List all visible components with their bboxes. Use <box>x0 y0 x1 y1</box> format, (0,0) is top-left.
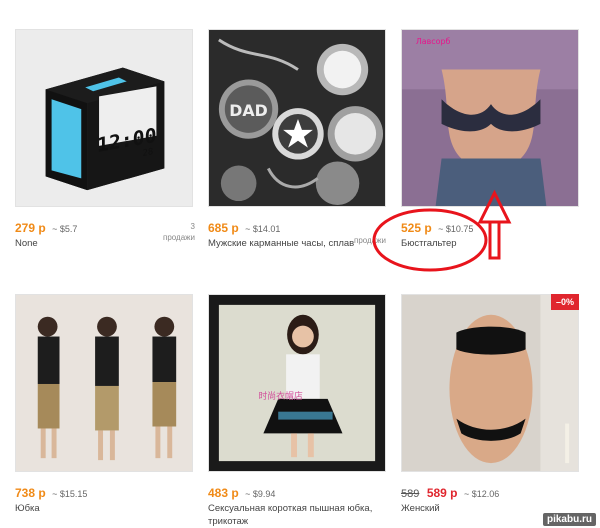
product-image[interactable]: 12:00 28 <box>15 29 193 207</box>
site-watermark: pikabu.ru <box>542 513 596 526</box>
discount-badge: –0% <box>550 294 579 310</box>
product-usd-price: ~ $10.75 <box>438 224 474 234</box>
product-price: 738 р <box>15 486 46 500</box>
product-image[interactable]: Лавсорб <box>401 29 579 207</box>
product-usd-price: ~ $14.01 <box>245 224 281 234</box>
product-title[interactable]: Бюстгальтер <box>401 237 586 250</box>
product-image[interactable] <box>15 294 193 472</box>
product-price: 589 р <box>426 486 458 500</box>
product-usd-price: ~ $15.15 <box>52 489 88 499</box>
product-image[interactable] <box>401 294 579 472</box>
product-usd-price: ~ $9.94 <box>245 489 276 499</box>
sold-count: продажи <box>354 236 386 245</box>
clock-small-text: 28 <box>143 147 154 159</box>
product-price: 279 р <box>15 221 46 235</box>
product-title[interactable]: Сексуальная короткая пышная юбка, трикот… <box>208 502 393 528</box>
product-image[interactable]: DAD <box>208 29 386 207</box>
product-usd-price: ~ $12.06 <box>463 489 500 499</box>
image-logo-text: Лавсорб <box>416 37 451 46</box>
product-usd-price: ~ $5.7 <box>52 224 78 234</box>
product-title[interactable]: None <box>15 237 200 250</box>
product-price: 483 р <box>208 486 239 500</box>
product-price: 525 р <box>401 221 432 235</box>
product-old-price: 589 <box>401 488 420 500</box>
product-image[interactable]: 时尚衣帽店 <box>208 294 386 472</box>
photo-watermark-text: 时尚衣帽店 <box>258 390 302 402</box>
product-title[interactable]: Юбка <box>15 502 200 515</box>
dad-tag-text: DAD <box>229 101 268 120</box>
product-price: 685 р <box>208 221 239 235</box>
